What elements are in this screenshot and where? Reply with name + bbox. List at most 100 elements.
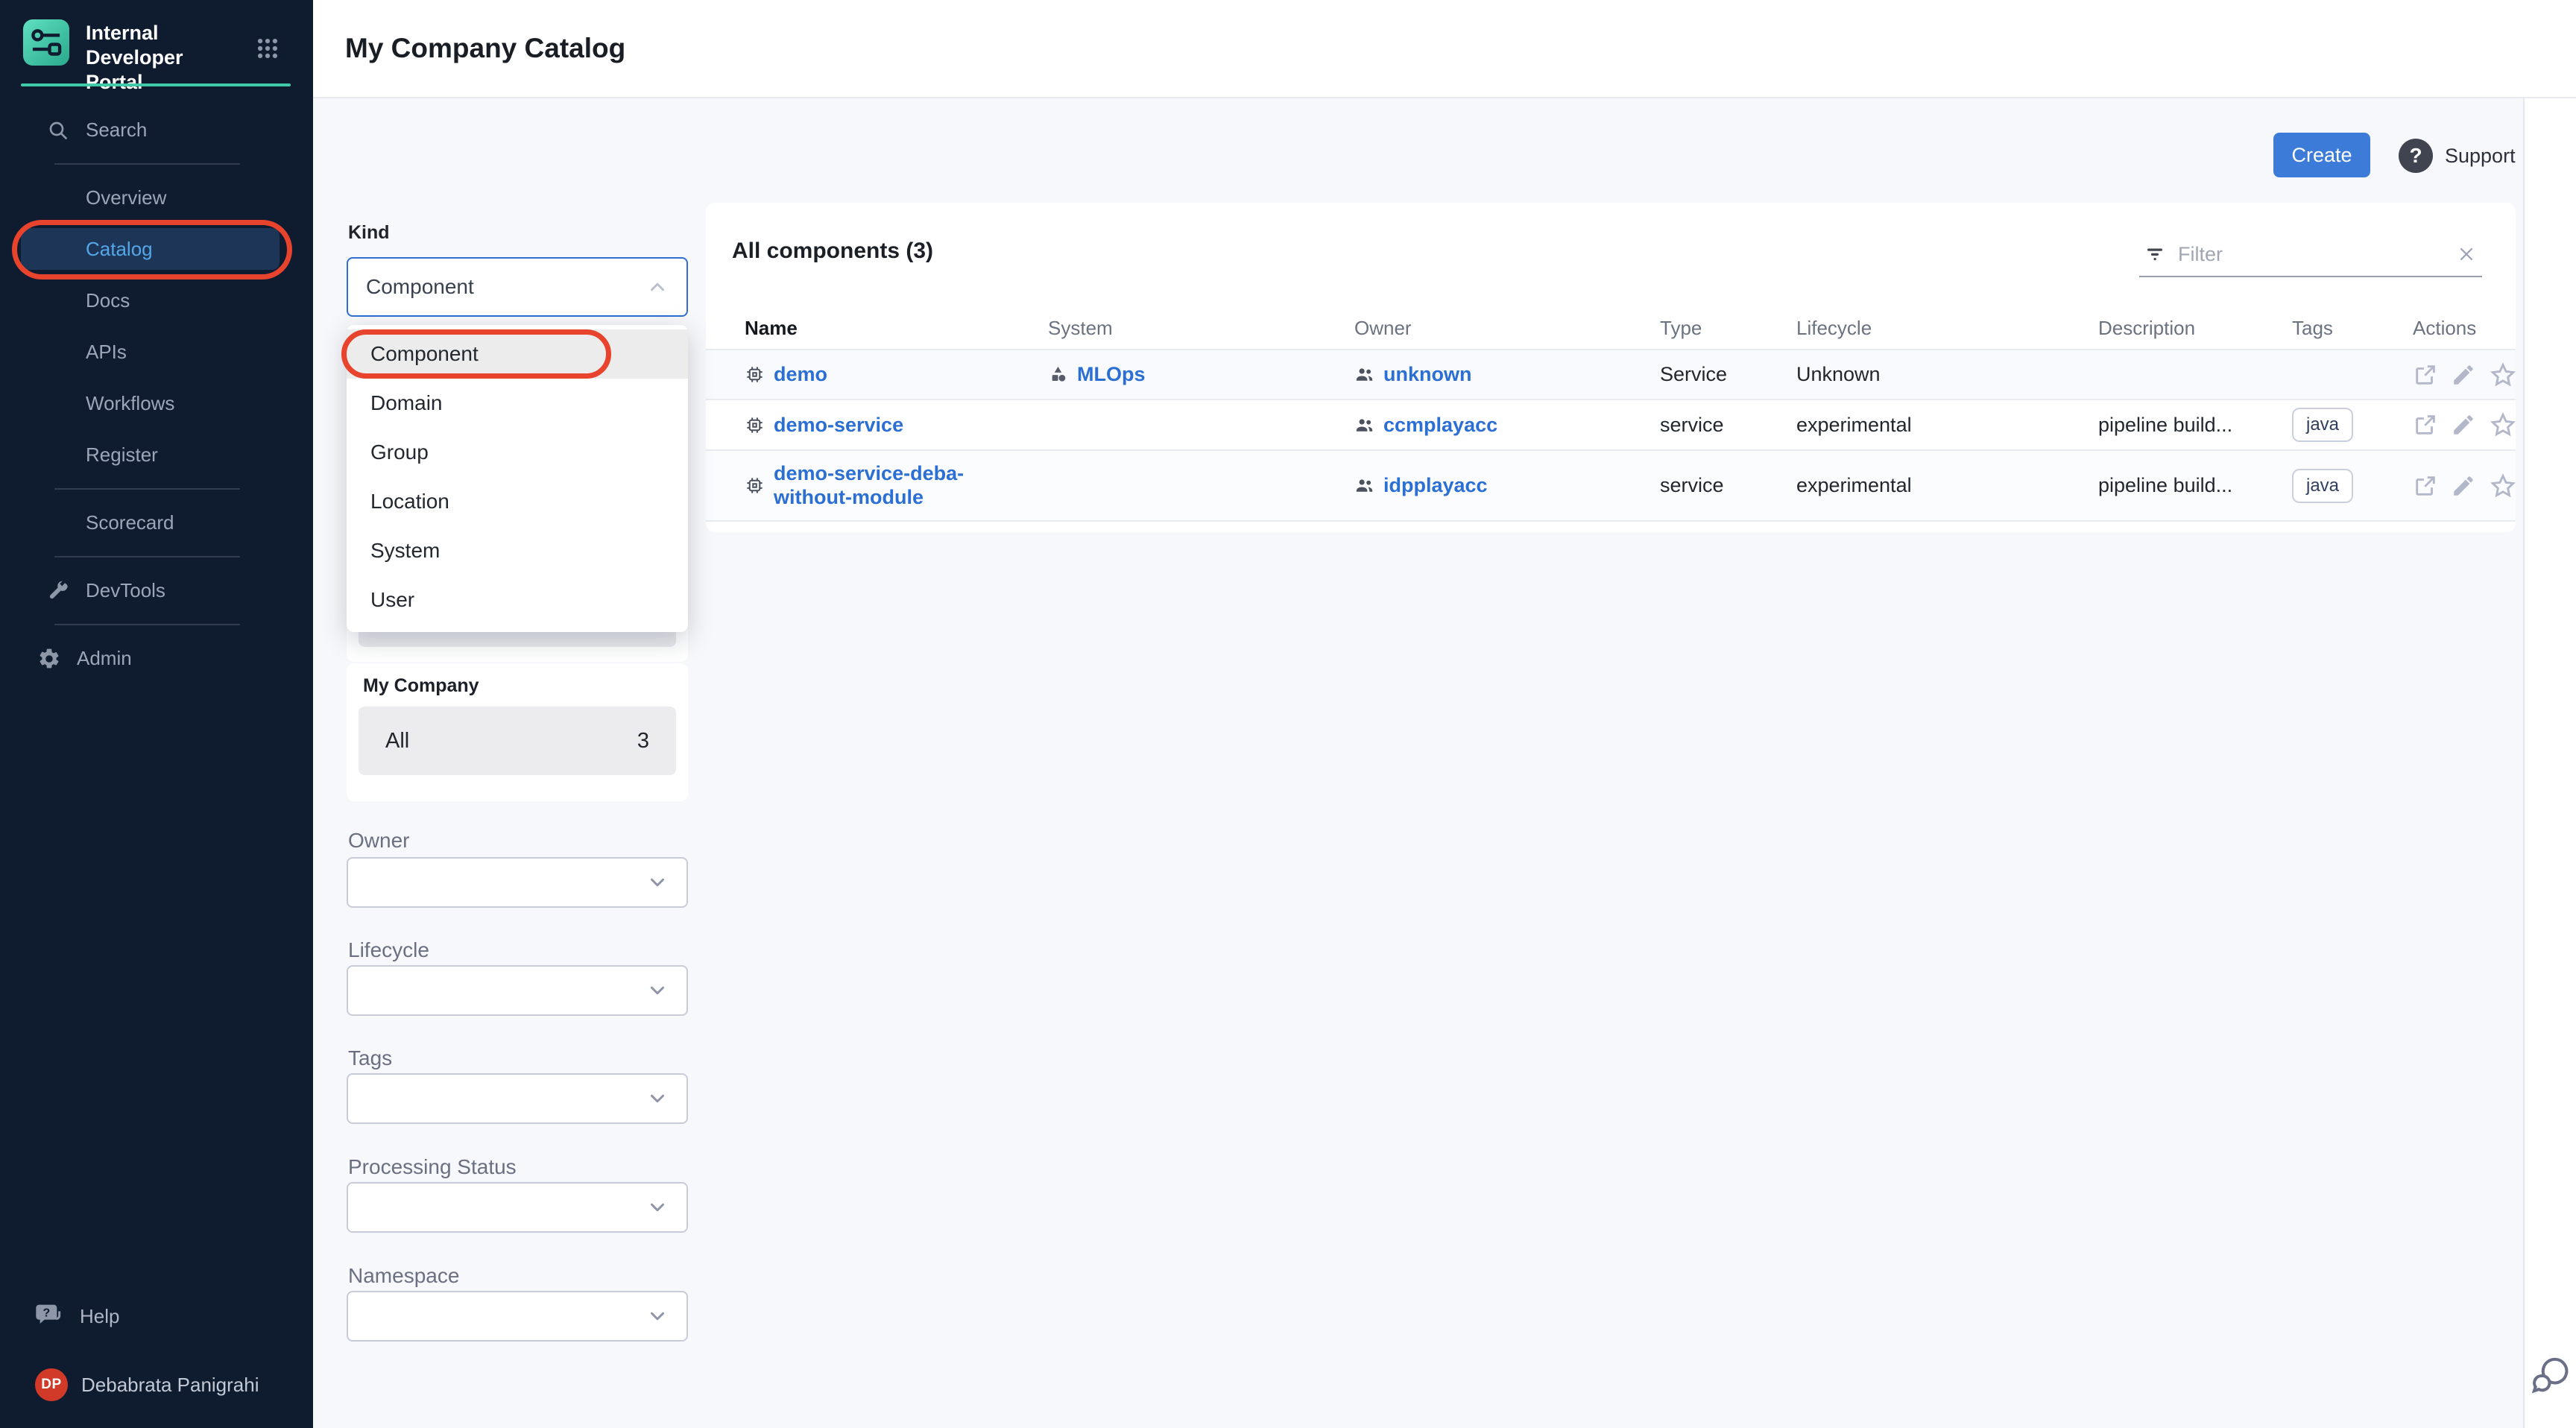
- sidebar-divider: [54, 624, 240, 625]
- entity-link[interactable]: ccmplayacc: [1383, 414, 1497, 437]
- cell-owner: idpplayacc: [1354, 474, 1660, 497]
- cell-actions: [2413, 361, 2517, 389]
- sidebar-item-help[interactable]: ? Help: [35, 1297, 119, 1336]
- sidebar-item-scorecard[interactable]: Scorecard: [0, 497, 313, 549]
- column-header-type[interactable]: Type: [1660, 317, 1796, 340]
- cell-type: Service: [1660, 363, 1796, 386]
- component-icon: [745, 415, 765, 435]
- kind-option-system[interactable]: System: [347, 526, 688, 575]
- svg-text:?: ?: [42, 1307, 50, 1320]
- favorite-star-icon[interactable]: [2489, 411, 2517, 439]
- logo-underline: [21, 83, 291, 86]
- logo-mark-icon: [23, 19, 69, 66]
- table-header-row: Name System Owner Type Lifecycle Descrip…: [706, 307, 2516, 350]
- table-filter: [2139, 233, 2482, 277]
- sidebar-item-label: Register: [86, 443, 158, 467]
- favorite-star-icon[interactable]: [2489, 472, 2517, 500]
- column-header-lifecycle[interactable]: Lifecycle: [1796, 317, 2098, 340]
- right-gutter: [2523, 98, 2576, 1428]
- filter-icon: [2144, 243, 2166, 265]
- sidebar-item-label: Admin: [77, 647, 132, 670]
- tags-select[interactable]: [347, 1073, 688, 1124]
- sidebar-item-devtools[interactable]: DevTools: [0, 565, 313, 616]
- entity-link[interactable]: unknown: [1383, 363, 1471, 386]
- sidebar-item-workflows[interactable]: Workflows: [0, 378, 313, 429]
- entity-link[interactable]: demo-service-deba-without-module: [774, 462, 975, 508]
- components-table-card: All components (3) Name System Owner Typ…: [706, 203, 2516, 532]
- page-header: My Company Catalog: [313, 0, 2576, 98]
- kind-label: Kind: [348, 222, 390, 244]
- user-menu[interactable]: DP Debabrata Panigrahi: [35, 1367, 259, 1403]
- edit-pencil-icon[interactable]: [2451, 412, 2476, 437]
- open-in-new-icon[interactable]: [2413, 362, 2438, 388]
- open-in-new-icon[interactable]: [2413, 412, 2438, 437]
- sidebar-item-docs[interactable]: Docs: [0, 275, 313, 326]
- cell-actions: [2413, 411, 2517, 439]
- kind-dropdown-menu: Component Domain Group LocationSystemUser: [347, 325, 688, 632]
- kind-option-label: Group: [370, 440, 429, 464]
- namespace-select[interactable]: [347, 1291, 688, 1342]
- edit-pencil-icon[interactable]: [2451, 362, 2476, 388]
- sidebar-item-overview[interactable]: Overview: [0, 172, 313, 224]
- sidebar: Internal Developer Portal SearchOverview…: [0, 0, 313, 1428]
- chevron-down-icon: [646, 871, 669, 894]
- my-company-all-row[interactable]: All 3: [359, 707, 676, 775]
- favorite-star-icon[interactable]: [2489, 361, 2517, 389]
- apps-grid-icon[interactable]: [255, 36, 280, 61]
- chat-bubbles-icon[interactable]: [2531, 1356, 2574, 1395]
- open-in-new-icon[interactable]: [2413, 473, 2438, 499]
- clear-filter-icon[interactable]: [2457, 244, 2476, 264]
- cell-owner: ccmplayacc: [1354, 414, 1660, 437]
- component-icon: [745, 364, 765, 385]
- search-icon: [46, 119, 70, 142]
- cell-actions: [2413, 472, 2517, 500]
- column-header-system[interactable]: System: [1048, 317, 1354, 340]
- tags-label: Tags: [348, 1046, 392, 1070]
- table-filter-input[interactable]: [2176, 242, 2457, 267]
- entity-link[interactable]: demo: [774, 363, 827, 386]
- sidebar-item-search[interactable]: Search: [0, 104, 313, 156]
- kind-select[interactable]: Component: [347, 257, 688, 317]
- kind-select-value: Component: [366, 275, 646, 299]
- column-header-owner[interactable]: Owner: [1354, 317, 1660, 340]
- page-title: My Company Catalog: [345, 33, 625, 64]
- avatar: DP: [35, 1368, 68, 1401]
- table-title: All components (3): [732, 238, 933, 264]
- entity-link[interactable]: MLOps: [1077, 363, 1146, 386]
- kind-option-component[interactable]: Component: [347, 329, 688, 379]
- processing-status-label: Processing Status: [348, 1155, 517, 1179]
- sidebar-item-label: Workflows: [86, 392, 174, 415]
- processing-status-select[interactable]: [347, 1182, 688, 1233]
- sidebar-item-register[interactable]: Register: [0, 429, 313, 481]
- column-header-description[interactable]: Description: [2098, 317, 2292, 340]
- sidebar-item-label: Search: [86, 119, 147, 142]
- sidebar-item-label: DevTools: [86, 579, 165, 602]
- sidebar-item-catalog[interactable]: Catalog: [21, 228, 280, 270]
- entity-link[interactable]: idpplayacc: [1383, 474, 1488, 497]
- cell-lifecycle: experimental: [1796, 474, 2098, 497]
- create-button[interactable]: Create: [2273, 133, 2370, 177]
- kind-option-location[interactable]: Location: [347, 477, 688, 526]
- kind-option-label: Domain: [370, 391, 442, 415]
- sidebar-item-label: Help: [80, 1305, 119, 1328]
- table-body: demoMLOpsunknownServiceUnknowndemo-servi…: [706, 350, 2516, 522]
- kind-option-group[interactable]: Group: [347, 428, 688, 477]
- group-icon: [1354, 415, 1374, 435]
- lifecycle-select[interactable]: [347, 965, 688, 1016]
- column-header-name[interactable]: Name: [745, 317, 1048, 340]
- kind-option-user[interactable]: User: [347, 575, 688, 625]
- owner-label: Owner: [348, 829, 409, 853]
- entity-link[interactable]: demo-service: [774, 414, 903, 437]
- kind-option-domain[interactable]: Domain: [347, 379, 688, 428]
- support-button[interactable]: ? Support: [2399, 139, 2516, 173]
- edit-pencil-icon[interactable]: [2451, 473, 2476, 499]
- tag-chip: java: [2292, 469, 2353, 503]
- help-icon: ?: [35, 1302, 65, 1330]
- sidebar-item-admin[interactable]: Admin: [0, 633, 313, 684]
- sidebar-item-apis[interactable]: APIs: [0, 326, 313, 378]
- column-header-tags[interactable]: Tags: [2292, 317, 2413, 340]
- component-icon: [745, 476, 765, 496]
- cell-tags: java: [2292, 408, 2413, 442]
- owner-select[interactable]: [347, 857, 688, 908]
- table-row: demo-serviceccmplayaccserviceexperimenta…: [706, 400, 2516, 451]
